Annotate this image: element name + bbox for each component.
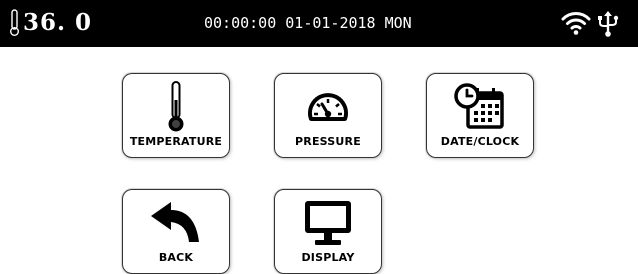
datetime-display: 00:00:00 01-01-2018 MON: [204, 14, 412, 32]
wifi-icon: [561, 10, 591, 40]
back-label: BACK: [158, 251, 194, 264]
gauge-icon: [275, 80, 381, 134]
temperature-button[interactable]: TEMPERATURE: [122, 73, 230, 158]
thermometer-icon: [123, 80, 229, 134]
display-button[interactable]: DISPLAY: [274, 189, 382, 274]
date-clock-label: DATE/CLOCK: [440, 135, 520, 148]
back-arrow-icon: [123, 196, 229, 250]
thermometer-icon: [9, 9, 20, 37]
pressure-button[interactable]: PRESSURE: [274, 73, 382, 158]
status-bar: 36. 0 00:00:00 01-01-2018 MON: [0, 0, 638, 47]
back-button[interactable]: BACK: [122, 189, 230, 274]
date-clock-button[interactable]: DATE/CLOCK: [426, 73, 534, 158]
temperature-label: TEMPERATURE: [129, 135, 223, 148]
calendar-clock-icon: [427, 80, 533, 134]
temperature-value: 36. 0: [23, 9, 93, 36]
temperature-readout: 36. 0: [9, 8, 92, 38]
pressure-label: PRESSURE: [295, 135, 361, 148]
monitor-icon: [275, 196, 381, 250]
display-label: DISPLAY: [301, 251, 355, 264]
usb-icon: [597, 10, 619, 42]
